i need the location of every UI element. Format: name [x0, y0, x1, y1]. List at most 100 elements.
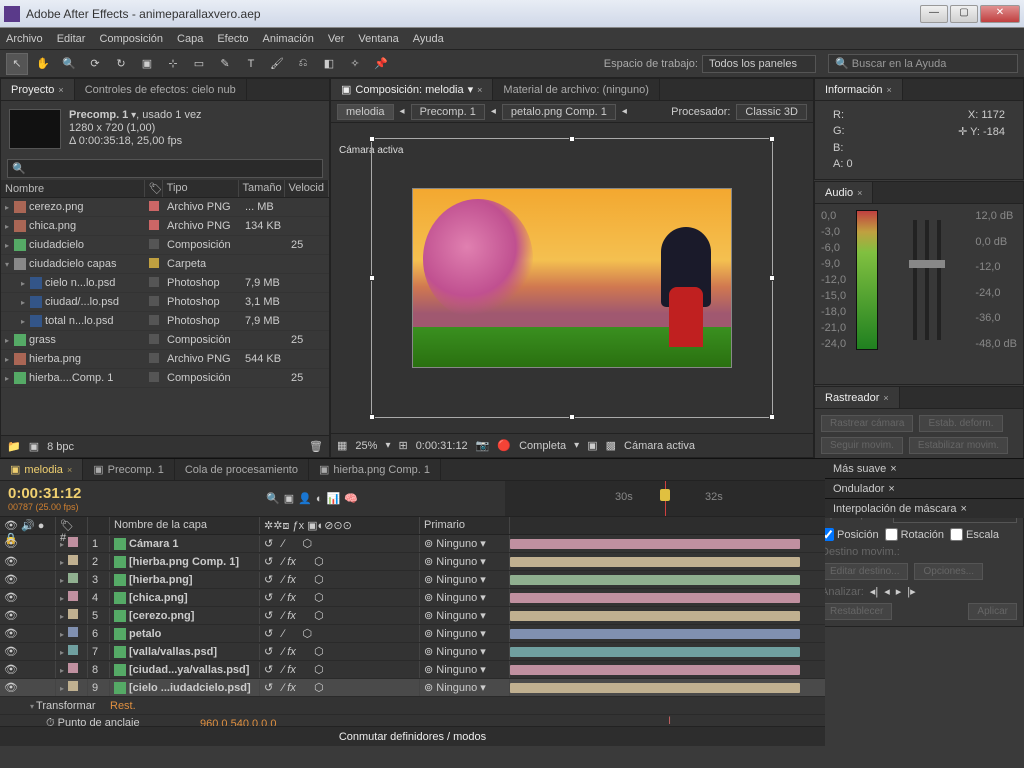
- snapshot-icon[interactable]: 📷: [476, 439, 490, 452]
- tl-tab-cola[interactable]: Cola de procesamiento: [175, 459, 309, 480]
- tab-proyecto[interactable]: Proyecto×: [1, 79, 75, 100]
- project-row[interactable]: cielo n...lo.psd Photoshop7,9 MB: [1, 274, 329, 293]
- col-tamano[interactable]: Tamaño: [239, 180, 285, 197]
- channel-icon[interactable]: 🔴: [497, 439, 511, 452]
- pen-tool[interactable]: ✎: [214, 53, 236, 75]
- close-button[interactable]: ✕: [980, 5, 1020, 23]
- layer-row[interactable]: 👁 7 [valla/vallas.psd] ↺ ∕ fx ⬡ ⊚ Ningun…: [0, 643, 825, 661]
- menu-efecto[interactable]: Efecto: [217, 33, 248, 45]
- crumb-melodia[interactable]: melodia: [337, 104, 394, 120]
- menu-ayuda[interactable]: Ayuda: [413, 33, 444, 45]
- minimize-button[interactable]: —: [920, 5, 948, 23]
- timeline-footer[interactable]: Conmutar definidores / modos: [0, 726, 825, 746]
- layer-row[interactable]: 👁 5 [cerezo.png] ↺ ∕ fx ⬡ ⊚ Ninguno ▾: [0, 607, 825, 625]
- brush-tool[interactable]: 🖌: [266, 53, 288, 75]
- tl-blur-icon[interactable]: ◐: [316, 493, 323, 505]
- project-row[interactable]: hierba....Comp. 1 Composición25: [1, 369, 329, 388]
- trash-icon[interactable]: 🗑: [309, 440, 323, 453]
- maximize-button[interactable]: ▢: [950, 5, 978, 23]
- project-row[interactable]: ciudadcielo capas Carpeta: [1, 255, 329, 274]
- camera-tool[interactable]: ▣: [136, 53, 158, 75]
- puppet-tool[interactable]: 📌: [370, 53, 392, 75]
- tab-info[interactable]: Información×: [815, 79, 903, 100]
- mask-tool[interactable]: ▭: [188, 53, 210, 75]
- audio-slider-m[interactable]: [937, 220, 941, 340]
- audio-slider-l[interactable]: [913, 220, 917, 340]
- tl-tab-melodia[interactable]: ▣ melodia×: [0, 459, 83, 480]
- project-row[interactable]: cerezo.png Archivo PNG... MB: [1, 198, 329, 217]
- tl-shy-icon[interactable]: 👤: [298, 492, 312, 505]
- audio-slider-r[interactable]: [925, 220, 929, 340]
- btn-estab-deform[interactable]: Estab. deform.: [919, 415, 1002, 432]
- tl-graph-icon[interactable]: 📊: [326, 492, 340, 505]
- crumb-petalo[interactable]: petalo.png Comp. 1: [502, 104, 616, 120]
- menu-editar[interactable]: Editar: [57, 33, 86, 45]
- roto-tool[interactable]: ✧: [344, 53, 366, 75]
- tab-composition[interactable]: ▣ Composición: melodia ▾×: [331, 79, 493, 100]
- project-row[interactable]: chica.png Archivo PNG134 KB: [1, 217, 329, 236]
- menu-capa[interactable]: Capa: [177, 33, 203, 45]
- tab-controles-efectos[interactable]: Controles de efectos: cielo nub: [75, 79, 247, 100]
- project-search[interactable]: 🔍: [7, 159, 323, 178]
- rotation-tool[interactable]: ↻: [110, 53, 132, 75]
- view-select[interactable]: Cámara activa: [624, 440, 695, 452]
- orbit-tool[interactable]: ⟳: [84, 53, 106, 75]
- hand-tool[interactable]: ✋: [32, 53, 54, 75]
- folder-icon[interactable]: 📁: [7, 440, 21, 453]
- tl-comp-icon[interactable]: ▣: [284, 492, 294, 505]
- text-tool[interactable]: T: [240, 53, 262, 75]
- col-nombre[interactable]: Nombre: [1, 180, 145, 197]
- project-row[interactable]: grass Composición25: [1, 331, 329, 350]
- tab-footage[interactable]: Material de archivo: (ninguno): [493, 79, 660, 100]
- toggle-switches[interactable]: Conmutar definidores / modos: [339, 731, 486, 743]
- panel-mas-suave[interactable]: Más suave×: [825, 458, 1024, 478]
- col-tag[interactable]: 🏷: [145, 180, 163, 197]
- tl-tab-hierba[interactable]: ▣ hierba.png Comp. 1: [309, 459, 441, 480]
- tab-rastreador[interactable]: Rastreador×: [815, 387, 900, 408]
- project-row[interactable]: ciudadcielo Composición25: [1, 236, 329, 255]
- project-row[interactable]: hierba.png Archivo PNG544 KB: [1, 350, 329, 369]
- btn-rastrear-camara[interactable]: Rastrear cámara: [821, 415, 913, 432]
- btn-estabilizar[interactable]: Estabilizar movim.: [909, 437, 1008, 454]
- view-opts-icon[interactable]: ⊞: [398, 439, 407, 452]
- workspace-select[interactable]: Todos los paneles: [702, 55, 816, 73]
- tl-search-icon[interactable]: 🔍: [266, 492, 280, 505]
- panel-ondulador[interactable]: Ondulador×: [825, 478, 1024, 498]
- timeline-timecode[interactable]: 0:00:31:12: [8, 485, 260, 502]
- tab-audio[interactable]: Audio×: [815, 182, 873, 203]
- project-list[interactable]: cerezo.png Archivo PNG... MBchica.png Ar…: [1, 198, 329, 435]
- menu-animacion[interactable]: Animación: [263, 33, 314, 45]
- menu-composicion[interactable]: Composición: [99, 33, 163, 45]
- renderer-select[interactable]: Classic 3D: [736, 104, 807, 120]
- zoom-tool[interactable]: 🔍: [58, 53, 80, 75]
- layer-row[interactable]: 👁 3 [hierba.png] ↺ ∕ fx ⬡ ⊚ Ninguno ▾: [0, 571, 825, 589]
- layer-row[interactable]: 👁 1 Cámara 1 ↺ ∕ ⬡ ⊚ Ninguno ▾: [0, 535, 825, 553]
- layer-row[interactable]: 👁 2 [hierba.png Comp. 1] ↺ ∕ fx ⬡ ⊚ Ning…: [0, 553, 825, 571]
- stamp-tool[interactable]: ⎌: [292, 53, 314, 75]
- menu-archivo[interactable]: Archivo: [6, 33, 43, 45]
- region-icon[interactable]: ▣: [587, 439, 597, 452]
- col-layer-name[interactable]: Nombre de la capa: [110, 517, 260, 534]
- layer-row[interactable]: 👁 4 [chica.png] ↺ ∕ fx ⬡ ⊚ Ninguno ▾: [0, 589, 825, 607]
- timeline-ruler[interactable]: 30s 32s: [505, 481, 825, 516]
- layer-list[interactable]: 👁 1 Cámara 1 ↺ ∕ ⬡ ⊚ Ninguno ▾ 👁 2 [hier…: [0, 535, 825, 726]
- menu-ver[interactable]: Ver: [328, 33, 345, 45]
- project-row[interactable]: ciudad/...lo.psd Photoshop3,1 MB: [1, 293, 329, 312]
- layer-row[interactable]: 👁 9 [cielo ...iudadcielo.psd] ↺ ∕ fx ⬡ ⊚…: [0, 679, 825, 697]
- new-comp-icon[interactable]: ▣: [29, 440, 39, 453]
- layer-row[interactable]: 👁 8 [ciudad...ya/vallas.psd] ↺ ∕ fx ⬡ ⊚ …: [0, 661, 825, 679]
- menu-ventana[interactable]: Ventana: [358, 33, 398, 45]
- layer-row[interactable]: 👁 6 petalo ↺ ∕ ⬡ ⊚ Ninguno ▾: [0, 625, 825, 643]
- help-search[interactable]: 🔍 Buscar en la Ayuda: [828, 54, 1018, 73]
- eraser-tool[interactable]: ◧: [318, 53, 340, 75]
- grid-icon[interactable]: ▦: [337, 439, 347, 452]
- bpc-display[interactable]: 8 bpc: [47, 441, 74, 453]
- project-row[interactable]: total n...lo.psd Photoshop7,9 MB: [1, 312, 329, 331]
- resolution-select[interactable]: Completa: [519, 440, 566, 452]
- panel-interpolacion[interactable]: Interpolación de máscara×: [825, 498, 1024, 518]
- crumb-precomp[interactable]: Precomp. 1: [411, 104, 485, 120]
- anchor-tool[interactable]: ⊹: [162, 53, 184, 75]
- btn-seguir-movim[interactable]: Seguir movim.: [821, 437, 903, 454]
- col-velocidad[interactable]: Velocid: [285, 180, 329, 197]
- timecode-display[interactable]: 0:00:31:12: [416, 440, 468, 452]
